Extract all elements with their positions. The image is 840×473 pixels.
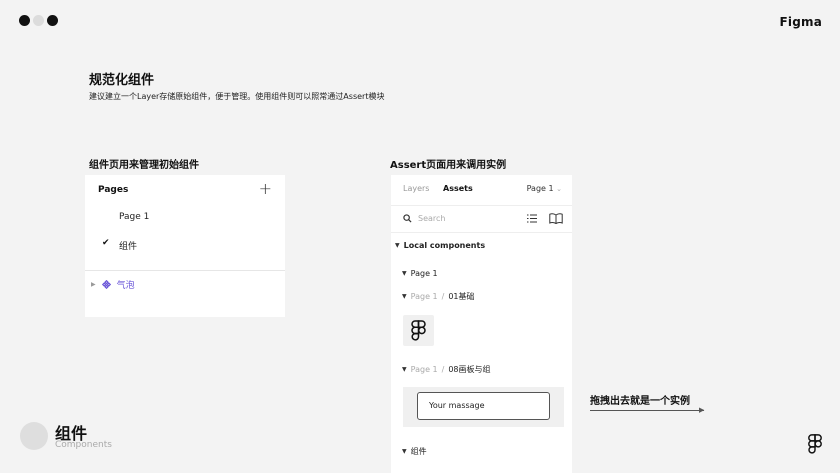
add-page-icon[interactable]: + (259, 179, 272, 198)
library-book-icon[interactable] (549, 213, 563, 224)
page-item-page1[interactable]: Page 1 (119, 212, 149, 222)
right-section-label: Assert页面用来调用实例 (390, 160, 507, 171)
page-select[interactable]: Page 1 ⌄ (527, 184, 562, 193)
component-preview[interactable]: Your massage (403, 387, 564, 427)
tree-basic-separator: / (441, 292, 445, 301)
page-item-components[interactable]: 组件 (119, 239, 137, 252)
component-icon (101, 280, 111, 289)
tab-assets[interactable]: Assets (443, 184, 473, 193)
expand-caret-icon[interactable]: ▶ (91, 281, 96, 288)
window-dots (19, 15, 58, 26)
tab-layers[interactable]: Layers (403, 184, 429, 193)
tree-basic-row[interactable]: ▼ Page 1 / 01基础 (402, 291, 475, 302)
local-components-row[interactable]: ▼ Local components (395, 241, 485, 250)
footer-circle (20, 422, 48, 450)
tree-page1-row[interactable]: ▼ Page 1 (402, 269, 438, 278)
tree-components-row[interactable]: ▼ 组件 (402, 446, 427, 457)
tree-components-label: 组件 (410, 447, 427, 456)
search-icon (403, 214, 412, 223)
drag-note: 拖拽出去就是一个实例 (590, 396, 690, 407)
tree-page1-label: Page 1 (410, 269, 438, 278)
assets-panel: Layers Assets Page 1 ⌄ Search ▼ Local co… (391, 175, 572, 473)
chevron-down-icon: ⌄ (556, 185, 562, 193)
dot-2-icon (33, 15, 44, 26)
list-view-icon[interactable] (527, 214, 537, 223)
collapse-caret-icon: ▼ (402, 366, 407, 373)
brand-label: Figma (779, 15, 822, 29)
tree-artboard-parent: Page 1 (410, 365, 438, 374)
collapse-caret-icon: ▼ (395, 242, 400, 249)
page-title: 规范化组件 (89, 73, 155, 88)
layer-item-label: 气泡 (116, 281, 135, 291)
divider (85, 270, 285, 271)
pages-title: Pages (98, 185, 129, 195)
search-input[interactable]: Search (418, 214, 445, 223)
pages-panel: Pages + Page 1 ✔ 组件 ▶ 气泡 (85, 175, 285, 317)
local-components-label: Local components (403, 241, 486, 250)
page-select-label: Page 1 (526, 184, 554, 193)
footer-subtitle: Components (55, 440, 112, 450)
left-section-label: 组件页用来管理初始组件 (89, 160, 199, 171)
tree-basic-parent: Page 1 (410, 292, 438, 301)
dot-3-icon (47, 15, 58, 26)
collapse-caret-icon: ▼ (402, 448, 407, 455)
tree-artboard-separator: / (441, 365, 445, 374)
collapse-caret-icon: ▼ (402, 270, 407, 277)
drag-arrow-line (590, 410, 704, 411)
search-row: Search (391, 205, 572, 233)
check-icon: ✔ (102, 238, 110, 248)
message-input-component[interactable]: Your massage (417, 392, 550, 420)
tree-artboard-row[interactable]: ▼ Page 1 / 08画板与组 (402, 364, 491, 375)
collapse-caret-icon: ▼ (402, 293, 407, 300)
figma-logo-icon (808, 434, 822, 454)
page-subtitle: 建议建立一个Layer存储原始组件，便于管理。使用组件则可以照常通过Assert… (89, 92, 385, 101)
figma-logo-icon (411, 320, 426, 341)
layer-item-bubble[interactable]: ▶ 气泡 (91, 278, 135, 291)
component-thumbnail[interactable] (403, 315, 434, 346)
dot-1-icon (19, 15, 30, 26)
arrow-right-icon: ▶ (699, 406, 705, 414)
tree-basic-label: 01基础 (448, 292, 475, 301)
tree-artboard-label: 08画板与组 (448, 365, 491, 374)
